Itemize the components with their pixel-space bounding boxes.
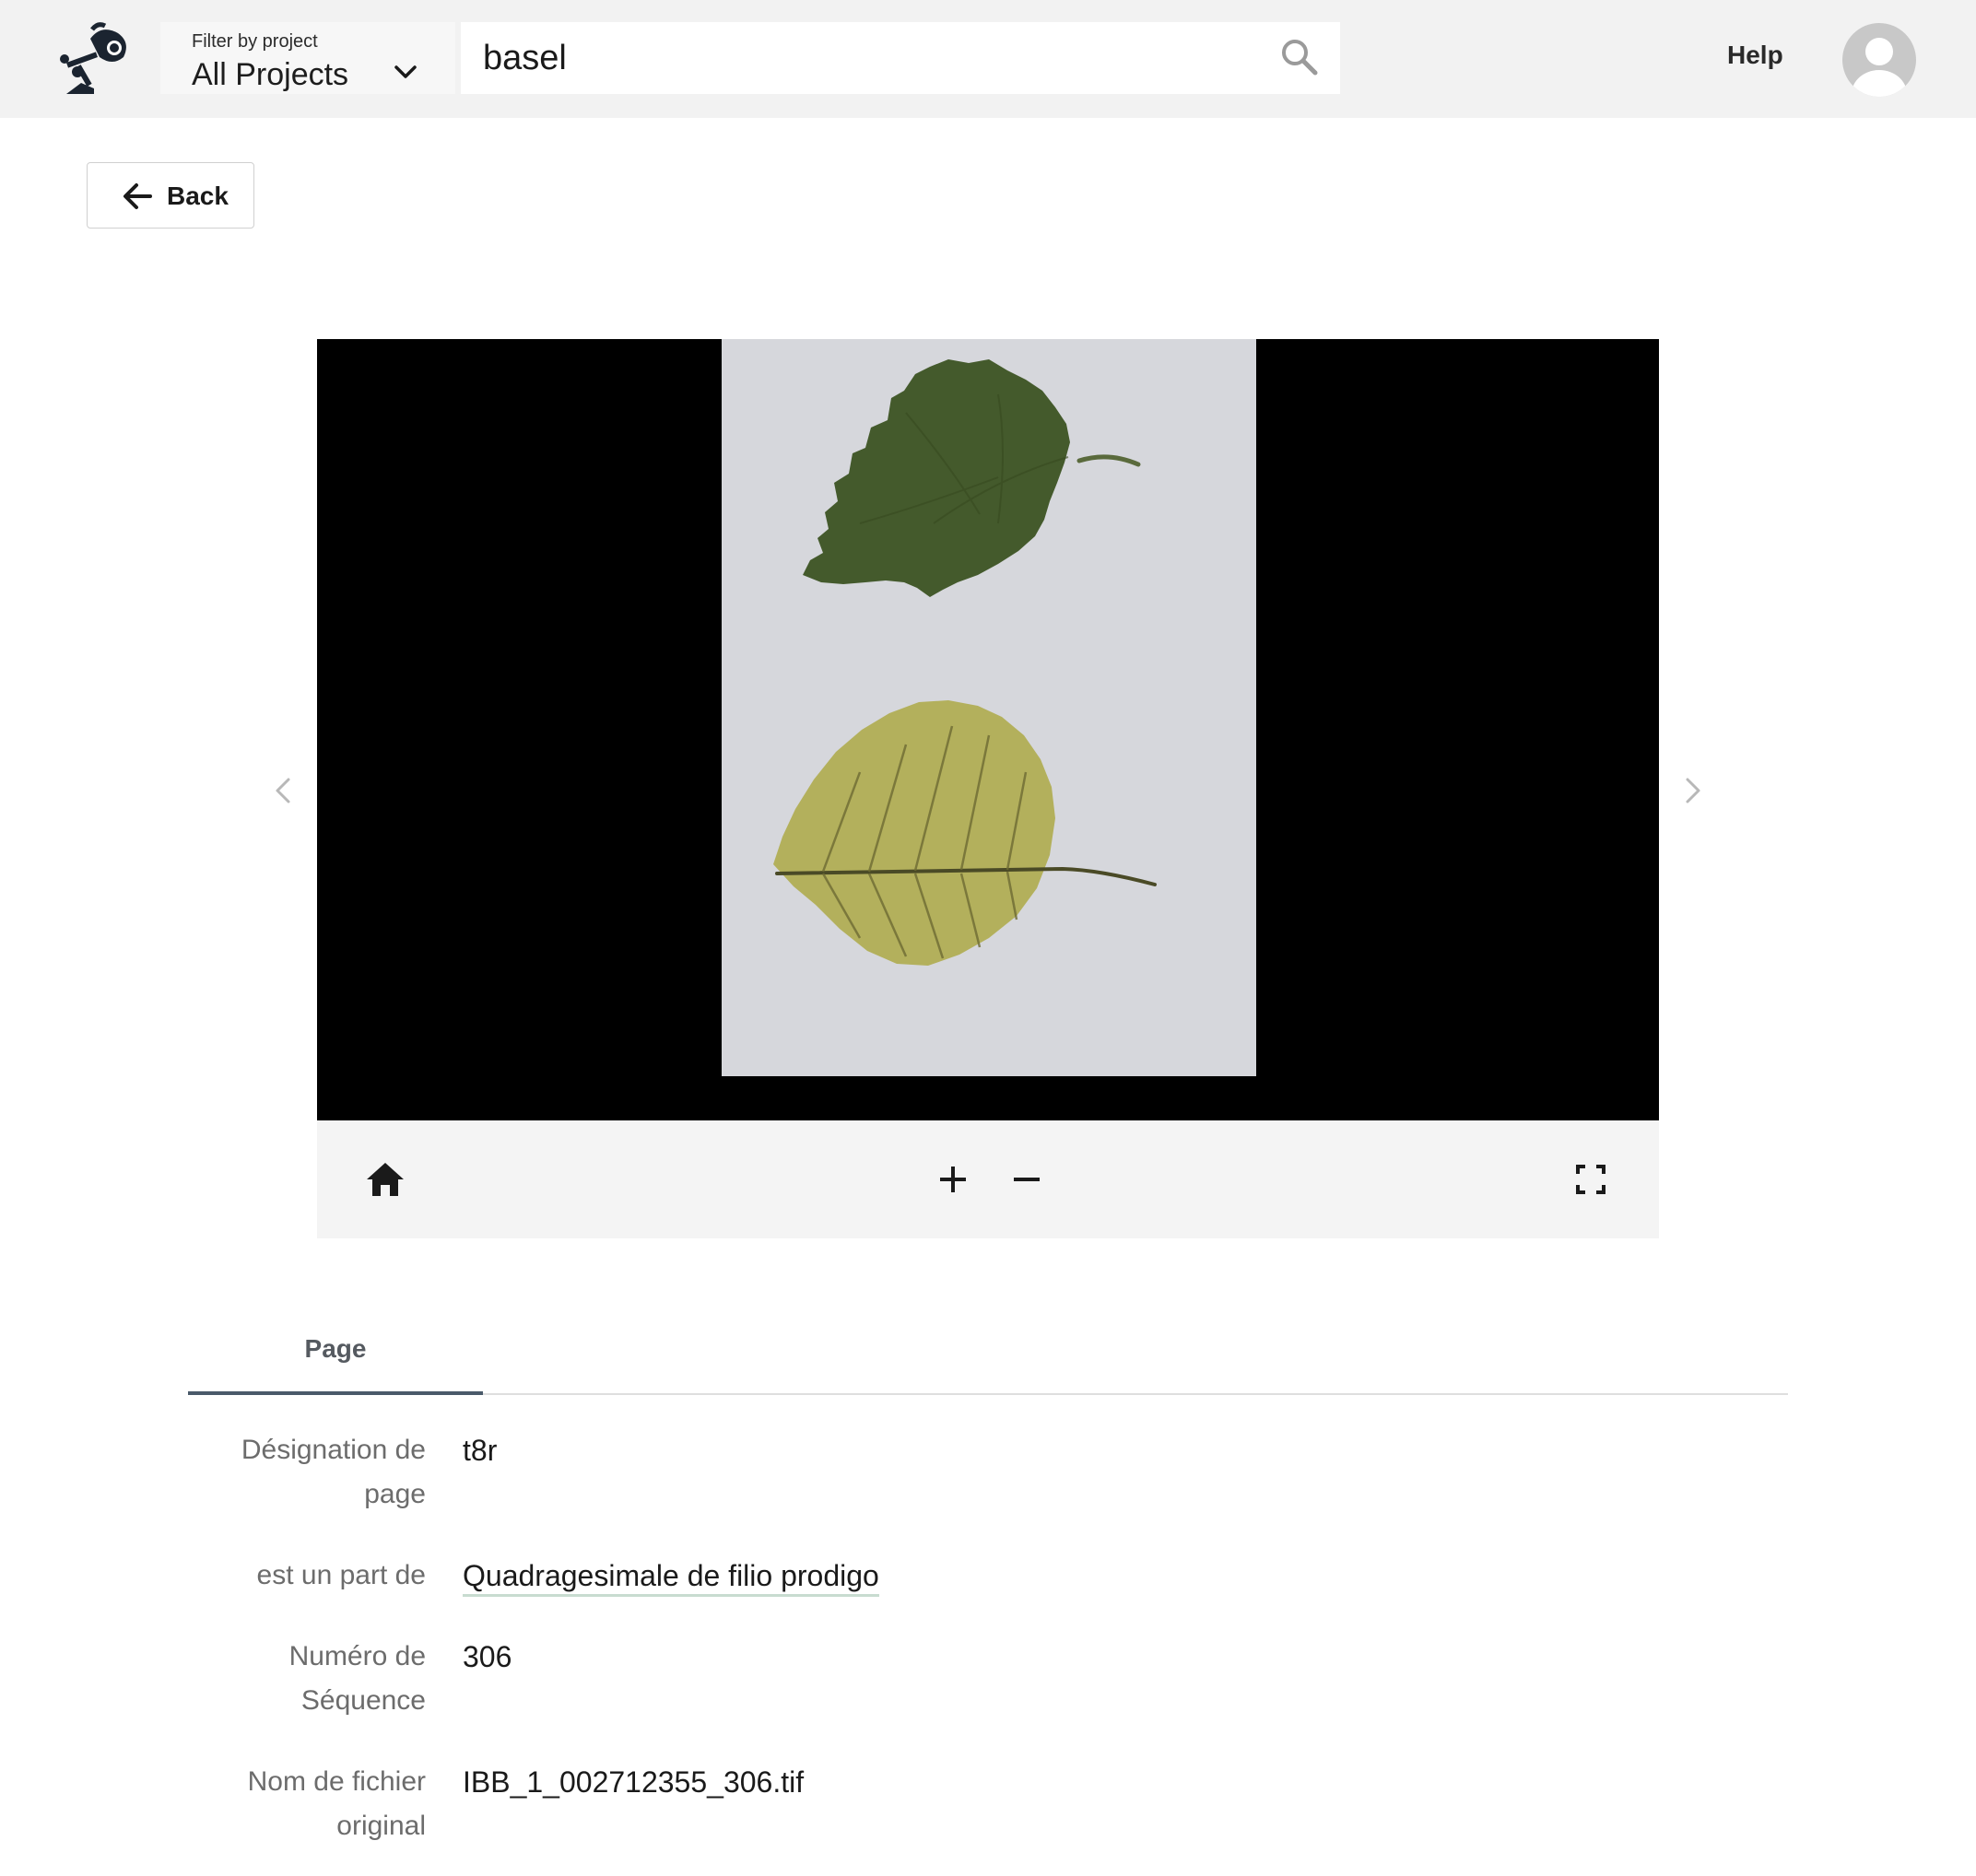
plus-icon[interactable] [931,1157,975,1202]
page-image [722,339,1256,1076]
lamp-logo-icon[interactable] [57,20,135,98]
property-value: 306 [463,1640,512,1673]
part-of-link[interactable]: Quadragesimale de filio prodigo [463,1559,879,1597]
tab-bar: Page [188,1318,1788,1395]
property-label-line: Numéro de [288,1641,426,1671]
image-viewer[interactable] [317,339,1659,1120]
search-input[interactable] [483,22,1276,94]
minus-icon[interactable] [1005,1157,1049,1202]
tab-page[interactable]: Page [188,1318,483,1395]
chevron-down-icon[interactable] [391,57,420,87]
property-value: t8r [463,1434,498,1467]
property-label: Désignation de page [159,1428,426,1517]
property-label-line: est un part de [256,1560,426,1590]
search-icon[interactable] [1279,37,1320,77]
search-box [461,22,1340,94]
property-label-line: Nom de fichier [247,1766,426,1797]
property-label: Numéro de Séquence [159,1635,426,1723]
help-link[interactable]: Help [1727,41,1783,70]
project-filter-value: All Projects [192,57,349,92]
user-avatar-icon[interactable] [1841,22,1917,98]
chevron-left-icon[interactable] [265,772,302,809]
back-button[interactable]: Back [87,162,254,229]
property-label-line: Séquence [300,1685,426,1716]
property-label: Nom de fichier original [159,1760,426,1848]
property-label: est un part de [159,1554,426,1598]
fullscreen-icon[interactable] [1569,1157,1613,1202]
top-bar: Filter by project All Projects Help [0,0,1976,118]
property-label-line: Désignation de [241,1435,426,1465]
property-value: IBB_1_002712355_306.tif [463,1765,805,1799]
back-button-label: Back [167,182,229,210]
tab-page-label: Page [304,1334,367,1363]
property-label-line: page [364,1479,426,1509]
property-label-line: original [336,1811,426,1841]
home-icon[interactable] [363,1157,407,1202]
project-filter-dropdown[interactable]: Filter by project All Projects [160,22,455,94]
viewer-controls [317,1120,1659,1238]
arrow-left-icon [124,183,152,209]
project-filter-label: Filter by project [192,31,318,52]
chevron-right-icon[interactable] [1674,772,1711,809]
